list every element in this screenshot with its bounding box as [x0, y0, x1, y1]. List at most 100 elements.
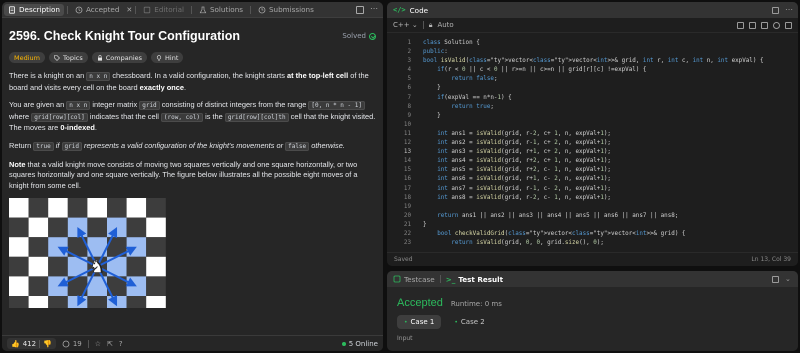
help-icon[interactable]: ? — [119, 340, 123, 348]
thumbs-down-icon[interactable]: 👎 — [43, 340, 52, 348]
hint-button[interactable]: Hint — [151, 52, 184, 63]
line-number: 13 — [403, 149, 411, 156]
tab-testcase[interactable]: Testcase — [393, 275, 435, 284]
code-line[interactable] — [423, 203, 798, 212]
code-line[interactable]: int ans6 = isValid(grid, r+1, c- 2, n, e… — [423, 175, 798, 184]
code-line[interactable]: } — [423, 221, 798, 230]
board-square — [28, 257, 49, 277]
code-line[interactable]: if(expVal == n*n-1) { — [423, 94, 798, 103]
code-header-tools: ⋯ — [772, 5, 793, 14]
problem-title[interactable]: 2596. Check Knight Tour Configuration — [9, 29, 240, 43]
chevron-down-icon[interactable]: ⌄ — [785, 275, 792, 283]
code-line[interactable] — [423, 121, 798, 130]
text: Return — [9, 140, 34, 150]
tab-divider — [250, 5, 251, 14]
like-button[interactable]: 👍 412 👎 — [7, 338, 56, 349]
expand-icon[interactable] — [772, 275, 779, 283]
board-square — [48, 198, 68, 218]
star-icon[interactable]: ☆ — [95, 340, 101, 348]
braces-icon[interactable] — [761, 21, 768, 29]
board-square — [146, 237, 166, 258]
code-line[interactable]: bool checkValidGrid(class="ty">vector<cl… — [423, 230, 798, 239]
line-number: 6 — [407, 85, 411, 92]
tab-submissions[interactable]: Submissions — [254, 4, 318, 16]
code-line[interactable]: int ans4 = isValid(grid, r+2, c+ 1, n, e… — [423, 157, 798, 166]
board-square — [126, 257, 147, 277]
divider — [439, 275, 441, 283]
code-line[interactable]: int ans2 = isValid(grid, r-1, c+ 2, n, e… — [423, 139, 798, 148]
case-tab-2[interactable]: • Case 2 — [447, 315, 491, 329]
line-number: 20 — [403, 212, 411, 219]
code-line[interactable]: return ans1 || ans2 || ans3 || ans4 || a… — [423, 212, 798, 221]
expand-icon[interactable] — [356, 5, 364, 14]
tab-editorial[interactable]: Editorial — [139, 4, 188, 16]
inline-code: grid[row][col] — [31, 112, 88, 122]
tab-label: Solutions — [209, 5, 243, 14]
tab-divider — [190, 5, 192, 14]
line-number: 21 — [403, 221, 411, 228]
tab-solutions[interactable]: Solutions — [195, 4, 247, 16]
code-line[interactable]: return true; — [423, 103, 798, 112]
verdict-row: Accepted Runtime: 0 ms — [387, 287, 798, 309]
tab-accepted[interactable]: Accepted — [71, 4, 123, 16]
topics-button[interactable]: Topics — [49, 52, 88, 63]
tab-test-result[interactable]: >_ Test Result — [446, 275, 503, 284]
code-line[interactable]: int ans1 = isValid(grid, r-2, c+ 1, n, e… — [423, 130, 798, 139]
code-line[interactable]: if(r < 0 || c < 0 || r>=n || c>=n || gri… — [423, 66, 798, 75]
more-icon[interactable]: ⋯ — [370, 4, 378, 14]
board-square — [67, 296, 88, 309]
code-line[interactable]: bool isValid(class="ty">vector<class="ty… — [423, 57, 798, 66]
line-number: 19 — [403, 203, 411, 210]
board-square — [48, 237, 68, 258]
more-icon[interactable]: ⋯ — [785, 5, 793, 14]
description-paragraph: There is a knight on an n x n chessboard… — [9, 71, 376, 93]
code-line[interactable]: int ans8 = isValid(grid, r-2, c- 1, n, e… — [423, 194, 798, 203]
chessboard: ♞ — [9, 198, 166, 309]
line-number: 11 — [403, 130, 411, 137]
code-line[interactable]: } — [423, 84, 798, 93]
history-icon — [75, 6, 83, 13]
board-square — [146, 217, 166, 238]
board-square — [28, 217, 49, 238]
bold-text: at the top-left cell — [286, 71, 349, 80]
close-icon[interactable]: ✕ — [126, 6, 132, 14]
notes-icon[interactable] — [737, 21, 744, 29]
text: otherwise. — [309, 140, 345, 150]
case-tab-1[interactable]: • Case 1 — [397, 315, 442, 329]
comments-button[interactable]: 19 — [62, 340, 82, 348]
board-square — [107, 296, 127, 309]
language-select[interactable]: C++ ⌄ — [393, 21, 418, 29]
editor-toolbar: C++ ⌄ 🔒︎ Auto — [387, 18, 798, 33]
text: indicates that the cell — [87, 111, 161, 121]
line-number: 14 — [403, 158, 411, 165]
code-line[interactable]: int ans5 = isValid(grid, r+2, c- 1, n, e… — [423, 166, 798, 175]
fullscreen-icon[interactable] — [785, 21, 792, 29]
code-text[interactable]: class Solution {public: bool isValid(clas… — [417, 35, 798, 252]
board-square — [48, 296, 68, 309]
tab-divider — [66, 5, 68, 14]
bold-text: Note — [9, 159, 26, 169]
code-editor[interactable]: 1 2 3 4 5 6 7 8 9 10 11 12 13 14 15 16 17 18 19 20 21 22 23 cl… — [387, 35, 798, 252]
code-line[interactable]: int ans7 = isValid(grid, r-1, c- 2, n, e… — [423, 185, 798, 194]
companies-button[interactable]: Companies — [91, 52, 148, 63]
online-dot — [341, 341, 346, 346]
tab-description[interactable]: Description — [4, 3, 64, 16]
share-icon[interactable]: ⇱ — [107, 340, 113, 348]
code-line[interactable]: int ans3 = isValid(grid, r+1, c+ 2, n, e… — [423, 148, 798, 157]
text: chessboard. In a valid configuration, th… — [110, 71, 287, 80]
reset-icon[interactable] — [773, 21, 780, 29]
bookmark-icon[interactable] — [749, 21, 756, 29]
line-number: 22 — [403, 230, 411, 237]
line-number: 23 — [403, 240, 411, 247]
code-line[interactable]: public: — [423, 48, 798, 57]
expand-icon[interactable] — [772, 6, 779, 14]
thumbs-up-icon: 👍 — [11, 339, 20, 348]
code-line[interactable]: class Solution { — [423, 39, 798, 48]
knight-moves-figure: ♞ — [9, 198, 166, 309]
code-line[interactable]: return false; — [423, 75, 798, 84]
bold-text: exactly once — [139, 82, 185, 92]
text: is the — [203, 111, 225, 121]
code-line[interactable]: return isValid(grid, 0, 0, grid.size(), … — [423, 239, 798, 248]
code-line[interactable]: } — [423, 112, 798, 121]
code-header: </> Code ⋯ — [387, 2, 798, 18]
